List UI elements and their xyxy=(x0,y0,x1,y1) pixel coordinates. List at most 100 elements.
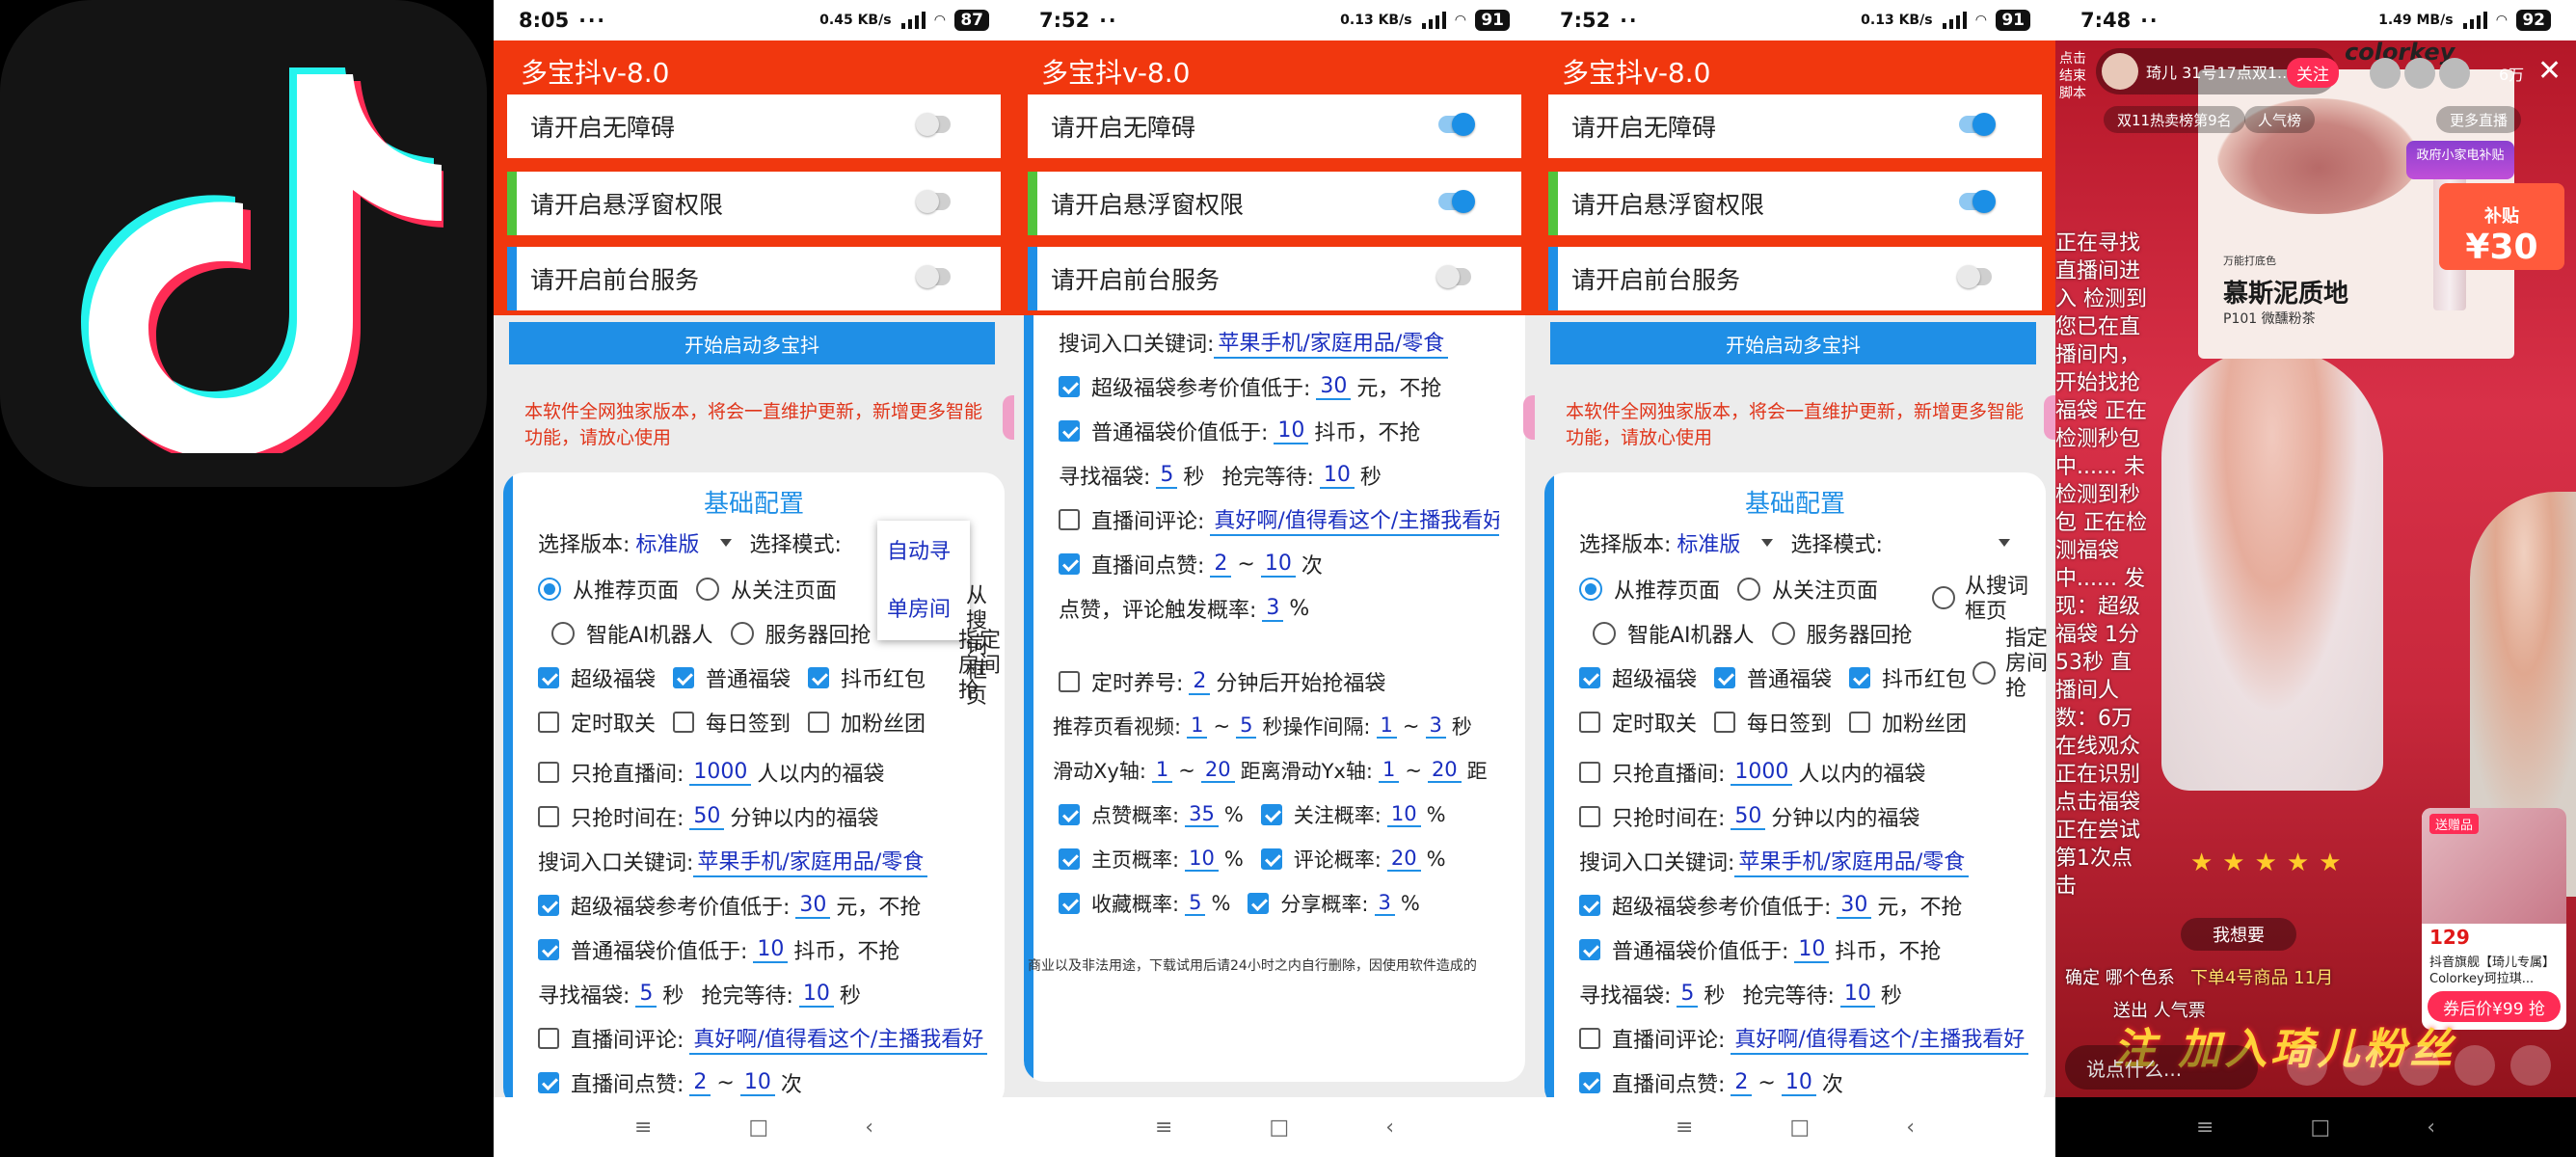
emoji-icon[interactable] xyxy=(2287,1045,2327,1086)
start-button[interactable]: 开始启动多宝抖 xyxy=(1550,322,2036,364)
check-follow-prob[interactable] xyxy=(1260,804,1282,825)
check-like[interactable] xyxy=(1579,1072,1600,1093)
chevron-down-icon[interactable] xyxy=(1761,539,1774,547)
super-ref-input[interactable]: 30 xyxy=(795,893,831,919)
comment-prob-input[interactable]: 20 xyxy=(1386,847,1421,872)
radio-server[interactable] xyxy=(730,622,754,645)
check-super-ref[interactable] xyxy=(538,895,559,916)
super-ref-input[interactable]: 30 xyxy=(1316,374,1352,400)
check-super-ref[interactable] xyxy=(1059,376,1080,397)
check-fanclub[interactable] xyxy=(808,712,830,733)
menu-icon[interactable]: ≡ xyxy=(2196,1116,2214,1140)
rec-from-input[interactable]: 1 xyxy=(1187,713,1208,739)
check-comment[interactable] xyxy=(1579,1028,1600,1049)
close-icon[interactable]: ✕ xyxy=(2537,54,2562,88)
check-normal-ref[interactable] xyxy=(1059,420,1080,442)
check-super[interactable] xyxy=(1579,667,1600,688)
foreground-toggle[interactable] xyxy=(1436,265,1471,288)
back-icon[interactable]: ‹ xyxy=(1385,1116,1394,1140)
find-input[interactable]: 5 xyxy=(635,982,657,1008)
check-home-prob[interactable] xyxy=(1059,848,1080,870)
dropdown-option-single[interactable]: 单房间 xyxy=(887,592,951,623)
more-icon[interactable] xyxy=(2510,1045,2551,1086)
check-fanclub[interactable] xyxy=(1849,712,1871,733)
check-comment[interactable] xyxy=(1059,509,1080,530)
check-normal[interactable] xyxy=(1714,667,1736,688)
product-card[interactable]: 送赠品 129 抖音旗舰【琦儿专属】Colorkey珂拉琪... 券后价¥99 … xyxy=(2422,808,2566,1030)
home-icon[interactable]: □ xyxy=(2310,1116,2330,1140)
check-normal-ref[interactable] xyxy=(1579,939,1600,960)
radio-room[interactable] xyxy=(1972,661,1996,685)
check-coin[interactable] xyxy=(1849,667,1871,688)
follow-button[interactable]: 关注 xyxy=(2287,58,2339,88)
home-icon[interactable]: □ xyxy=(1789,1116,1810,1140)
start-button[interactable]: 开始启动多宝抖 xyxy=(509,322,995,364)
like-from-input[interactable]: 2 xyxy=(689,1070,711,1096)
chevron-down-icon[interactable] xyxy=(720,539,733,547)
dropdown-option-auto[interactable]: 自动寻 xyxy=(887,534,951,565)
back-icon[interactable]: ‹ xyxy=(1906,1116,1915,1140)
super-ref-input[interactable]: 30 xyxy=(1837,893,1872,919)
find-input[interactable]: 5 xyxy=(1677,982,1699,1008)
wait-input[interactable]: 10 xyxy=(1319,463,1355,489)
like-prob-input[interactable]: 35 xyxy=(1185,802,1219,827)
keyword-input[interactable]: 苹果手机/家庭用品/零食 xyxy=(1734,845,1970,877)
rank-chip[interactable]: 双11热卖榜第9名 xyxy=(2104,106,2245,133)
check-comment[interactable] xyxy=(538,1028,559,1049)
home-prob-input[interactable]: 10 xyxy=(1185,847,1219,872)
perm-row-overlay[interactable]: 请开启悬浮窗权限 xyxy=(1548,172,2042,235)
subsidy-promo[interactable]: 政府小家电补贴 xyxy=(2406,141,2514,179)
menu-icon[interactable]: ≡ xyxy=(1676,1116,1693,1140)
home-icon[interactable]: □ xyxy=(748,1116,768,1140)
gift-icon[interactable] xyxy=(2399,1045,2439,1086)
check-like[interactable] xyxy=(538,1072,559,1093)
share-icon[interactable] xyxy=(2455,1045,2495,1086)
check-only-live[interactable] xyxy=(1579,762,1600,783)
like-to-input[interactable]: 10 xyxy=(1260,552,1296,578)
check-like-prob[interactable] xyxy=(1059,804,1080,825)
overlay-toggle[interactable] xyxy=(916,190,951,213)
radio-follow[interactable] xyxy=(1737,578,1761,601)
floating-ball[interactable] xyxy=(1523,395,1535,440)
xy-to-input[interactable]: 20 xyxy=(1200,758,1235,783)
yx-to-input[interactable]: 20 xyxy=(1427,758,1462,783)
accessibility-toggle[interactable] xyxy=(1438,113,1475,136)
perm-row-foreground[interactable]: 请开启前台服务 xyxy=(507,247,1001,310)
fav-prob-input[interactable]: 5 xyxy=(1185,891,1206,916)
xy-from-input[interactable]: 1 xyxy=(1151,758,1173,783)
check-normal-ref[interactable] xyxy=(538,939,559,960)
perm-row-accessibility[interactable]: 请开启无障碍 xyxy=(1548,94,2042,158)
comment-input[interactable]: 真好啊/值得看这个/主播我看好 xyxy=(689,1022,988,1055)
menu-icon[interactable]: ≡ xyxy=(1155,1116,1172,1140)
yx-from-input[interactable]: 1 xyxy=(1378,758,1400,783)
op-to-input[interactable]: 3 xyxy=(1425,713,1446,739)
check-unfollow[interactable] xyxy=(1579,712,1600,733)
radio-ai[interactable] xyxy=(551,622,575,645)
foreground-toggle[interactable] xyxy=(1957,265,1992,288)
radio-recommend[interactable] xyxy=(538,578,561,601)
radio-follow[interactable] xyxy=(696,578,720,601)
op-from-input[interactable]: 1 xyxy=(1376,713,1397,739)
rec-to-input[interactable]: 5 xyxy=(1236,713,1257,739)
only-live-input[interactable]: 1000 xyxy=(1731,760,1793,786)
check-unfollow[interactable] xyxy=(538,712,559,733)
perm-row-foreground[interactable]: 请开启前台服务 xyxy=(1548,247,2042,310)
trigger-input[interactable]: 3 xyxy=(1262,596,1284,622)
version-select[interactable]: 标准版 xyxy=(635,527,699,558)
radio-ai[interactable] xyxy=(1593,622,1616,645)
foreground-toggle[interactable] xyxy=(916,265,951,288)
perm-row-overlay[interactable]: 请开启悬浮窗权限 xyxy=(507,172,1001,235)
only-live-input[interactable]: 1000 xyxy=(689,760,752,786)
like-from-input[interactable]: 2 xyxy=(1210,552,1232,578)
back-icon[interactable]: ‹ xyxy=(2427,1116,2435,1140)
comment-input[interactable]: 真好啊/值得看这个/主播我看好 xyxy=(1731,1022,2029,1055)
floating-ball[interactable] xyxy=(2044,395,2055,440)
perm-row-foreground[interactable]: 请开启前台服务 xyxy=(1028,247,1521,310)
accessibility-toggle[interactable] xyxy=(1959,113,1996,136)
want-button[interactable]: 我想要 xyxy=(2181,918,2296,951)
cart-icon[interactable] xyxy=(2343,1045,2383,1086)
check-super-ref[interactable] xyxy=(1579,895,1600,916)
comment-input[interactable]: 真好啊/值得看这个/主播我看好 xyxy=(1210,503,1500,536)
wait-input[interactable]: 10 xyxy=(798,982,834,1008)
normal-ref-input[interactable]: 10 xyxy=(753,937,789,963)
